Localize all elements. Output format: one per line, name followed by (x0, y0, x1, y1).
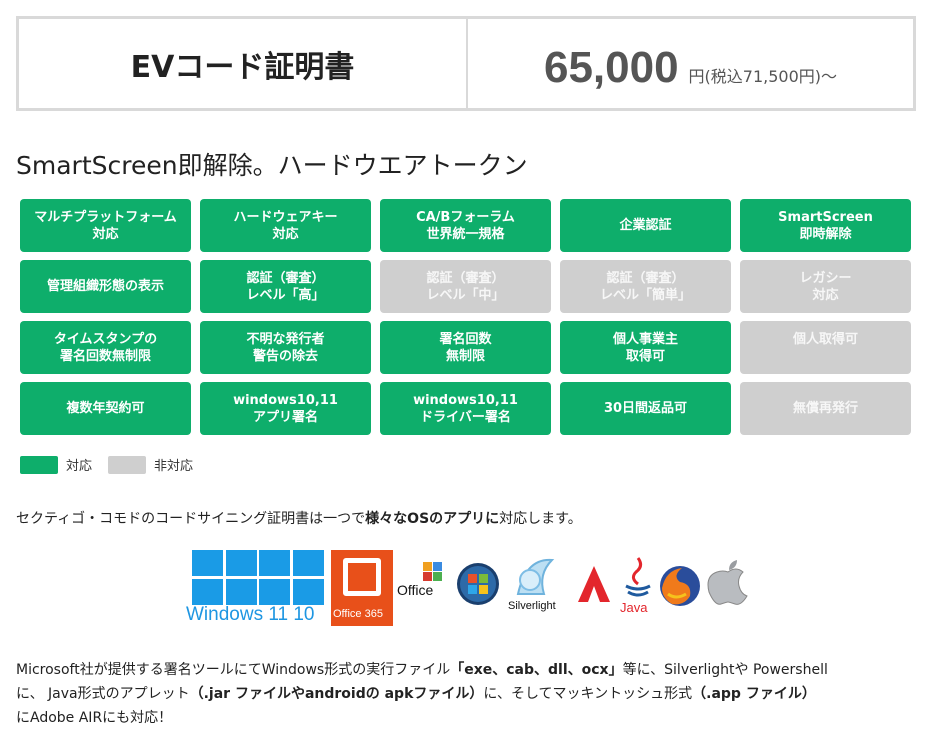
feature-cell: SmartScreen 即時解除 (740, 199, 911, 252)
java-logo-icon: Java (618, 556, 658, 622)
office365-logo-icon: Office 365 (331, 550, 393, 626)
section-subtitle: SmartScreen即解除。ハードウエアトークン (16, 151, 528, 180)
windows7-orb-icon (455, 561, 501, 611)
feature-cell: マルチプラットフォーム 対応 (20, 199, 191, 252)
feature-cell: 認証（審査） レベル「高」 (200, 260, 371, 313)
feature-cell: 個人取得可 (740, 321, 911, 374)
office-logo-icon: Office (397, 560, 445, 610)
silverlight-logo-text: Silverlight (508, 600, 556, 612)
windows-10-logo-icon (259, 550, 324, 605)
firefox-logo-icon (658, 564, 702, 612)
para-text-3: に、 Java形式のアプレット (16, 686, 190, 702)
product-name: EVコード証明書 (19, 19, 468, 108)
feature-cell: 30日間返品可 (560, 382, 731, 435)
feature-cell: 個人事業主 取得可 (560, 321, 731, 374)
para-bold-2: （.jar ファイルやandroidの apkファイル） (189, 686, 484, 702)
feature-cell: 企業認証 (560, 199, 731, 252)
para-text-2: 等に、Silverlightや Powershell (622, 662, 828, 678)
legend-supported-label: 対応 (66, 459, 93, 474)
para-text-5: にAdobe AIRにも対応！ (16, 710, 173, 726)
feature-cell: レガシー 対応 (740, 260, 911, 313)
legend-unsupported-swatch (108, 455, 147, 474)
price-box: EVコード証明書 65,000 円(税込71,500円)～ (16, 16, 916, 111)
intro-part2: に (485, 511, 500, 527)
platform-logos: Windows 11 10 Office 365 Office Silverli… (186, 548, 756, 628)
silverlight-logo-icon: Silverlight (508, 554, 564, 624)
price-suffix: 円(税込71,500円)～ (688, 67, 838, 86)
windows-logo-text: Windows 11 10 (186, 604, 315, 625)
para-text-4: に、そしてマッキントッシュ形式 (483, 686, 693, 702)
feature-cell: windows10,11 アプリ署名 (200, 382, 371, 435)
para-text-1: Microsoft社が提供する署名ツールにてWindows形式の実行ファイル (16, 662, 451, 678)
intro-part1: セクティゴ・コモドのコードサイニング証明書は一つで (16, 511, 366, 527)
price-amount: 65,000 (543, 43, 679, 92)
feature-grid: マルチプラットフォーム 対応 ハードウェアキー 対応 CA/Bフォーラム 世界統一規… (20, 199, 912, 435)
price-display: 65,000 円(税込71,500円)～ (468, 19, 913, 108)
feature-cell: 複数年契約可 (20, 382, 191, 435)
feature-cell: 管理組織形態の表示 (20, 260, 191, 313)
feature-cell: 不明な発行者 警告の除去 (200, 321, 371, 374)
intro-part3: 対応します。 (499, 511, 582, 527)
feature-cell: CA/Bフォーラム 世界統一規格 (380, 199, 551, 252)
description-paragraph: Microsoft社が提供する署名ツールにてWindows形式の実行ファイル「e… (16, 658, 916, 730)
adobe-air-logo-icon (574, 562, 614, 610)
feature-cell: 認証（審査） レベル「中」 (380, 260, 551, 313)
legend-unsupported-label: 非対応 (154, 459, 194, 474)
intro-text: セクティゴ・コモドのコードサイニング証明書は一つで様々なOSのアプリに対応します… (16, 508, 582, 528)
office365-logo-text: Office 365 (333, 608, 383, 620)
feature-cell: windows10,11 ドライバー署名 (380, 382, 551, 435)
feature-cell: 署名回数 無制限 (380, 321, 551, 374)
legend-supported-swatch (20, 455, 58, 474)
apple-logo-icon (707, 558, 749, 612)
office-logo-text: Office (397, 582, 434, 598)
legend: 対応 非対応 (20, 455, 209, 474)
para-bold-1: 「exe、cab、dll、ocx」 (450, 662, 623, 678)
feature-cell: ハードウェアキー 対応 (200, 199, 371, 252)
intro-bold: 様々なOSのアプリ (365, 511, 486, 527)
feature-cell: タイムスタンプの 署名回数無制限 (20, 321, 191, 374)
windows-logo-icon (192, 550, 257, 605)
para-bold-3: （.app ファイル） (692, 686, 816, 702)
feature-cell: 無償再発行 (740, 382, 911, 435)
java-logo-text: Java (620, 600, 648, 615)
feature-cell: 認証（審査） レベル「簡単」 (560, 260, 731, 313)
